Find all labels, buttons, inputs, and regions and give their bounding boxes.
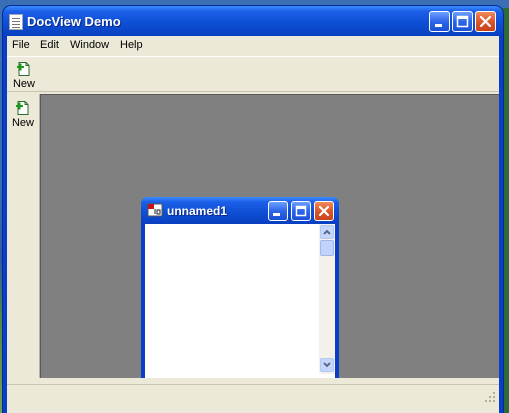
toolbar-new-button[interactable]: New [9, 59, 39, 91]
child-titlebar[interactable]: unnamed1 [141, 197, 339, 224]
maximize-button[interactable] [452, 11, 473, 32]
window-title: DocView Demo [27, 14, 121, 29]
scroll-up-button[interactable] [320, 225, 334, 239]
main-window: DocView Demo File Edit Window Help New N… [3, 6, 503, 413]
close-icon [479, 15, 492, 28]
new-document-icon [16, 101, 29, 115]
minimize-icon [435, 24, 442, 27]
scroll-down-button[interactable] [320, 358, 334, 372]
toolbar-new-label: New [12, 78, 35, 90]
document-view[interactable] [145, 224, 335, 378]
sidebar-new-label: New [11, 117, 34, 129]
maximize-icon [295, 205, 307, 217]
new-document-icon [17, 62, 30, 76]
menu-bar: File Edit Window Help [7, 36, 499, 56]
main-client-area: File Edit Window Help New New unnamed1 [7, 36, 499, 413]
minimize-button[interactable] [429, 11, 450, 32]
chevron-up-icon [323, 229, 331, 235]
mdi-client-area[interactable]: unnamed1 [40, 94, 499, 378]
toolbar: New [7, 56, 499, 92]
child-minimize-button[interactable] [268, 201, 288, 221]
left-toolbar: New [7, 94, 40, 378]
minimize-icon [273, 213, 280, 216]
maximize-icon [456, 15, 469, 28]
chevron-down-icon [323, 362, 331, 368]
app-icon [9, 14, 23, 30]
close-button[interactable] [475, 11, 496, 32]
child-maximize-button[interactable] [291, 201, 311, 221]
child-close-button[interactable] [314, 201, 334, 221]
vertical-scrollbar[interactable] [319, 224, 335, 374]
document-app-icon [147, 203, 163, 217]
child-window-title: unnamed1 [167, 204, 228, 218]
close-icon [318, 205, 330, 217]
sidebar-new-button[interactable]: New [8, 98, 38, 130]
scroll-thumb[interactable] [320, 240, 334, 256]
main-titlebar[interactable]: DocView Demo [3, 6, 503, 36]
menu-file[interactable]: File [12, 39, 30, 51]
menu-window[interactable]: Window [70, 39, 109, 51]
resize-grip-icon[interactable] [484, 391, 496, 403]
child-window: unnamed1 [141, 197, 339, 378]
menu-help[interactable]: Help [120, 39, 143, 51]
menu-edit[interactable]: Edit [40, 39, 59, 51]
status-bar [7, 384, 499, 406]
